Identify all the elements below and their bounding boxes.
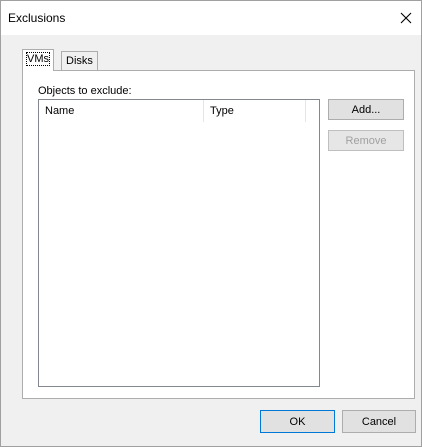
column-header-name[interactable]: Name	[39, 100, 204, 122]
tab-panel-vms: Objects to exclude: Name Type Add... Rem…	[22, 70, 415, 399]
cancel-button-label: Cancel	[361, 415, 397, 428]
tab-disks-label: Disks	[66, 55, 93, 67]
close-icon	[400, 12, 412, 24]
list-header: Name Type	[39, 100, 319, 122]
tab-vms-label: VMs	[26, 52, 50, 66]
remove-button[interactable]: Remove	[328, 130, 404, 151]
column-header-type[interactable]: Type	[204, 100, 306, 122]
ok-button[interactable]: OK	[260, 410, 335, 433]
remove-button-label: Remove	[345, 134, 387, 147]
column-type-label: Type	[210, 105, 234, 117]
cancel-button[interactable]: Cancel	[342, 410, 416, 433]
add-button-label: Add...	[351, 103, 381, 116]
title-bar: Exclusions	[1, 1, 421, 35]
column-name-label: Name	[45, 105, 75, 117]
tab-vms[interactable]: VMs	[22, 49, 54, 71]
tab-disks[interactable]: Disks	[61, 51, 98, 70]
exclusions-list[interactable]: Name Type	[38, 99, 320, 387]
objects-to-exclude-label: Objects to exclude:	[38, 85, 132, 97]
add-button[interactable]: Add...	[328, 99, 404, 120]
close-button[interactable]	[393, 5, 419, 31]
dialog-window: Exclusions VMs Disks Objects to exclude:…	[0, 0, 422, 447]
ok-button-label: OK	[289, 415, 306, 428]
window-title: Exclusions	[8, 11, 66, 25]
